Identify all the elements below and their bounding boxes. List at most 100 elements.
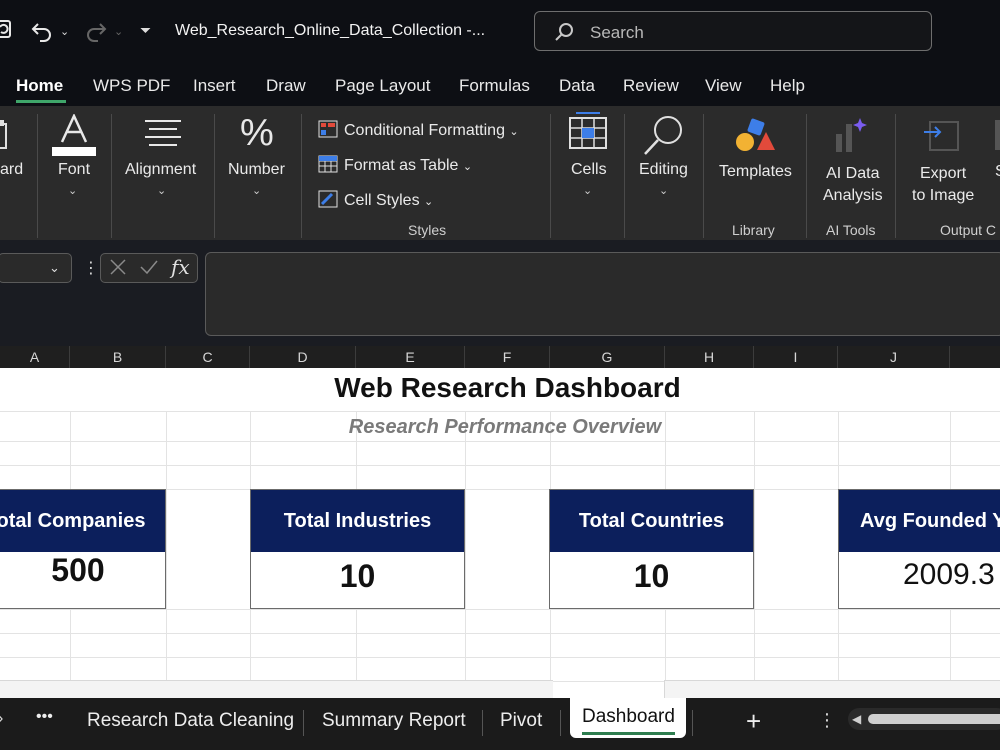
formula-input[interactable]	[205, 252, 1000, 336]
cells-label[interactable]: Cells	[571, 161, 607, 179]
lower-panel-left	[0, 680, 553, 699]
editing-label[interactable]: Editing	[639, 161, 688, 179]
conditional-formatting-button[interactable]: Conditional Formatting ⌄	[318, 120, 519, 140]
scroll-tabs-left-icon[interactable]: ›	[0, 710, 3, 728]
conditional-formatting-icon	[318, 120, 338, 138]
formula-bar-grip-icon[interactable]: ⋮	[83, 258, 99, 278]
search-placeholder: Search	[590, 23, 644, 42]
column-header-i[interactable]: I	[754, 346, 838, 368]
sheet-tab-pivot[interactable]: Pivot	[500, 710, 542, 732]
templates-label[interactable]: Templates	[719, 163, 792, 181]
font-label[interactable]: Font	[58, 161, 90, 179]
format-as-table-chevron-icon: ⌄	[462, 161, 473, 173]
ai-tools-group-label: AI Tools	[826, 222, 876, 238]
active-sheet-underline	[582, 732, 675, 735]
column-header-d[interactable]: D	[250, 346, 356, 368]
kpi-value: 500	[51, 552, 105, 588]
ai-data-analysis-icon[interactable]	[832, 116, 872, 161]
tab-page-layout[interactable]: Page Layout	[335, 76, 430, 96]
column-header-g[interactable]: G	[550, 346, 665, 368]
redo-dropdown-icon[interactable]: ⌄	[114, 25, 123, 38]
tab-draw[interactable]: Draw	[266, 76, 306, 96]
sheet-tab-bar: › ••• Research Data Cleaning Summary Rep…	[0, 698, 1000, 750]
column-header-e[interactable]: E	[356, 346, 465, 368]
active-tab-underline	[16, 100, 66, 103]
sheet-options-icon[interactable]: ⋮	[818, 710, 836, 731]
tab-help[interactable]: Help	[770, 76, 805, 96]
name-box-chevron-icon[interactable]: ⌄	[49, 260, 60, 276]
clipboard-label[interactable]: ard	[0, 161, 23, 179]
horizontal-scroll-thumb[interactable]	[868, 714, 1000, 724]
editing-chevron-icon[interactable]: ⌄	[659, 184, 668, 197]
kpi-card-avg-founded-year[interactable]: Avg Founded Y 2009.3	[838, 489, 1000, 609]
column-header-a[interactable]: A	[0, 346, 70, 368]
redo-icon[interactable]	[84, 20, 108, 49]
number-label[interactable]: Number	[228, 161, 285, 179]
tab-formulas[interactable]: Formulas	[459, 76, 530, 96]
column-header-j[interactable]: J	[838, 346, 950, 368]
ribbon: ard Font ⌄ Alignment ⌄ % Number ⌄ Condit…	[0, 106, 1000, 240]
tab-review[interactable]: Review	[623, 76, 679, 96]
export-to-image-label[interactable]: Export to Image	[912, 163, 974, 207]
export-to-image-icon[interactable]	[924, 118, 960, 159]
sheet-tab-research-data-cleaning[interactable]: Research Data Cleaning	[87, 710, 294, 732]
ai-data-analysis-label[interactable]: AI Data Analysis	[823, 163, 883, 207]
more-sheets-icon[interactable]: •••	[36, 708, 53, 726]
column-header-k[interactable]	[950, 346, 1000, 368]
output-group-label: Output C	[940, 222, 997, 238]
editing-search-icon[interactable]	[642, 114, 686, 163]
format-as-table-button[interactable]: Format as Table ⌄	[318, 155, 472, 175]
cell-styles-label: Cell Styles	[344, 192, 420, 209]
undo-dropdown-icon[interactable]: ⌄	[60, 25, 69, 38]
kpi-card-total-industries[interactable]: Total Industries 10	[250, 489, 465, 609]
search-box[interactable]: Search	[534, 11, 932, 51]
scroll-left-arrow-icon[interactable]: ◀	[852, 712, 861, 726]
cells-chevron-icon[interactable]: ⌄	[583, 184, 592, 197]
font-chevron-icon[interactable]: ⌄	[68, 184, 77, 197]
tab-home[interactable]: Home	[16, 76, 63, 96]
styles-group-label: Styles	[408, 222, 447, 238]
overflow-label[interactable]: S	[995, 163, 1000, 181]
search-icon	[553, 21, 575, 48]
column-header-c[interactable]: C	[166, 346, 250, 368]
tab-data[interactable]: Data	[559, 76, 595, 96]
tab-wps-pdf[interactable]: WPS PDF	[93, 76, 170, 96]
kpi-card-total-companies[interactable]: otal Companies 500	[0, 489, 166, 609]
tab-insert[interactable]: Insert	[193, 76, 236, 96]
tab-view[interactable]: View	[705, 76, 742, 96]
cell-styles-button[interactable]: Cell Styles ⌄	[318, 190, 433, 210]
cell-styles-icon	[318, 190, 338, 208]
percent-icon[interactable]: %	[240, 112, 274, 155]
alignment-icon[interactable]	[143, 118, 183, 155]
name-box[interactable]: ⌄	[0, 253, 72, 283]
insert-function-icon[interactable]: fx	[171, 255, 190, 279]
alignment-chevron-icon[interactable]: ⌄	[157, 184, 166, 197]
alignment-label[interactable]: Alignment	[125, 161, 196, 179]
cells-icon[interactable]	[568, 112, 608, 157]
column-header-b[interactable]: B	[70, 346, 166, 368]
column-header-h[interactable]: H	[665, 346, 754, 368]
number-chevron-icon[interactable]: ⌄	[252, 184, 261, 197]
column-header-f[interactable]: F	[465, 346, 550, 368]
enter-icon[interactable]	[139, 258, 159, 281]
cancel-icon[interactable]	[109, 258, 127, 281]
document-title: Web_Research_Online_Data_Collection -...	[175, 22, 486, 39]
kpi-label: Total Industries	[251, 490, 464, 552]
ribbon-tabs: Home WPS PDF Insert Draw Page Layout For…	[0, 66, 1000, 106]
templates-icon[interactable]	[735, 118, 777, 159]
dashboard-title: Web Research Dashboard	[334, 372, 681, 403]
font-icon[interactable]	[52, 113, 98, 163]
add-sheet-button[interactable]: +	[746, 706, 761, 737]
column-headers: A B C D E F G H I J	[0, 346, 1000, 368]
worksheet[interactable]: Web Research Dashboard Research Performa…	[0, 368, 1000, 698]
overflow-icon[interactable]	[995, 120, 1000, 150]
undo-icon[interactable]	[30, 20, 54, 49]
format-as-table-label: Format as Table	[344, 157, 459, 174]
conditional-formatting-label: Conditional Formatting	[344, 122, 505, 139]
kpi-card-total-countries[interactable]: Total Countries 10	[549, 489, 754, 609]
autosave-icon[interactable]	[0, 18, 14, 46]
sheet-tab-summary-report[interactable]: Summary Report	[322, 710, 466, 732]
kpi-value: 2009.3	[903, 558, 995, 591]
paste-icon	[0, 120, 10, 155]
customize-toolbar-icon[interactable]: ⏷	[140, 22, 151, 39]
